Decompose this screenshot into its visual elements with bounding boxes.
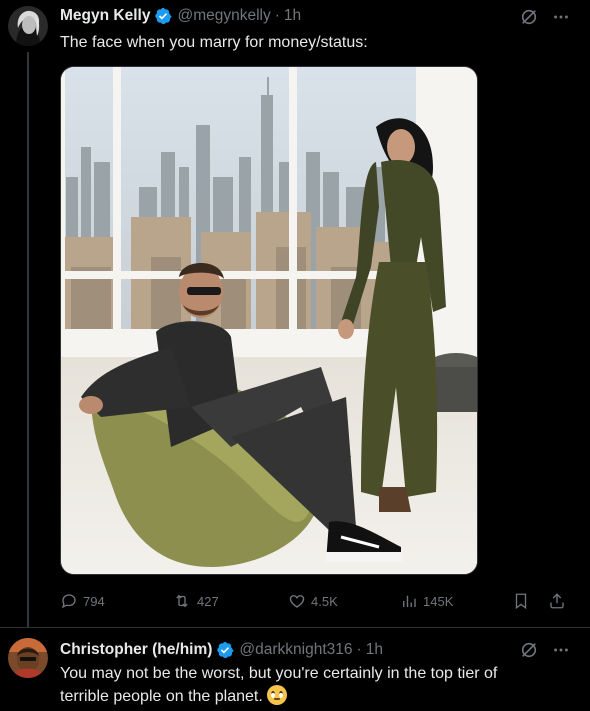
tweet-photo[interactable] [60,66,478,575]
reply-tweet[interactable]: Christopher (he/him) @darkknight316 · 1h… [0,627,590,711]
like-button[interactable]: 4.5K [288,590,338,612]
verified-badge-icon [154,7,172,25]
separator: · [274,7,280,24]
bookmark-icon [515,593,527,610]
reply-text: You may not be the worst, but you're cer… [60,662,497,708]
reply-text-line-2: terrible people on the planet. [60,685,497,708]
grok-icon[interactable] [520,8,538,31]
author-name[interactable]: Megyn Kelly [60,7,150,25]
like-icon [289,595,305,608]
reply-text-line-1: You may not be the worst, but you're cer… [60,665,498,682]
repost-icon [176,594,188,608]
repost-button[interactable]: 427 [172,590,219,612]
tweet-time[interactable]: 1h [284,7,301,25]
separator: · [356,641,362,658]
reply-author-avatar[interactable] [8,638,48,678]
bookmark-button[interactable] [512,590,530,612]
views-icon [403,595,416,607]
reply-count: 794 [83,593,105,609]
like-count: 4.5K [311,593,338,609]
tweet-actions: 794 427 4.5K 145K [60,590,570,612]
reply-author-handle[interactable]: @darkknight316 [239,641,352,659]
views-button[interactable]: 145K [400,590,453,612]
share-button[interactable] [548,590,566,612]
tweet-text: The face when you marry for money/status… [60,34,368,51]
more-icon[interactable] [552,8,570,31]
reply-top-actions [520,641,570,664]
grok-icon[interactable] [520,641,538,664]
share-icon [550,593,564,609]
rolling-eyes-emoji [267,685,288,705]
reply-icon [61,594,76,609]
author-avatar[interactable] [8,6,48,46]
view-count: 145K [423,593,454,609]
tweet-top-actions [520,8,570,31]
reply-time[interactable]: 1h [366,641,383,659]
reply-author-name[interactable]: Christopher (he/him) [60,641,212,659]
main-tweet[interactable]: Megyn Kelly @megynkelly · 1h The face wh… [0,0,590,627]
reply-header: Christopher (he/him) @darkknight316 · 1h [60,639,383,661]
thread-line [27,52,29,627]
verified-badge-icon [216,641,234,659]
reply-text-line-2-content: terrible people on the planet. [60,688,263,705]
repost-count: 427 [197,593,219,609]
more-icon[interactable] [552,641,570,664]
reply-button[interactable]: 794 [60,590,105,612]
tweet-header: Megyn Kelly @megynkelly · 1h [60,5,301,27]
author-handle[interactable]: @megynkelly [177,7,270,25]
